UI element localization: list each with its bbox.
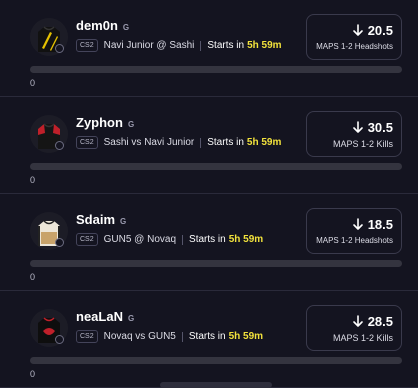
line-button[interactable]: 28.5 MAPS 1-2 Kills <box>306 305 402 351</box>
player-name: Zyphon <box>76 115 123 130</box>
matchup: Novaq vs GUN5 <box>103 331 176 342</box>
line-button[interactable]: 20.5 MAPS 1-2 Headshots <box>306 14 402 60</box>
starts-label: Starts in <box>207 137 244 148</box>
starts-time: 5h 59m <box>228 331 264 342</box>
scroll-handle[interactable] <box>160 382 272 388</box>
matchup: Sashi vs Navi Junior <box>103 137 195 148</box>
player-name: neaLaN <box>76 309 123 324</box>
arrow-down-icon <box>352 121 363 133</box>
progress-bar <box>30 163 402 170</box>
projection-card[interactable]: Sdaim G CS2 GUN5 @ Novaq Starts in 5h 59… <box>0 194 418 291</box>
league-badge: CS2 <box>76 136 98 149</box>
player-position: G <box>127 314 135 323</box>
league-badge: CS2 <box>76 233 98 246</box>
starts-time: 5h 59m <box>246 137 282 148</box>
avatar-badge <box>55 335 64 344</box>
avatar-badge <box>55 238 64 247</box>
line-value: 18.5 <box>367 217 393 232</box>
arrow-down-icon <box>352 24 363 36</box>
line-value: 30.5 <box>367 120 393 135</box>
projection-card[interactable]: Zyphon G CS2 Sashi vs Navi Junior Starts… <box>0 97 418 194</box>
player-position: G <box>127 120 135 129</box>
matchup: GUN5 @ Novaq <box>103 234 177 245</box>
line-button[interactable]: 30.5 MAPS 1-2 Kills <box>306 111 402 157</box>
progress-count: 0 <box>30 369 36 379</box>
projection-list: dem0n G CS2 Navi Junior @ Sashi Starts i… <box>0 0 418 388</box>
arrow-down-icon <box>352 218 363 230</box>
player-name: Sdaim <box>76 212 116 227</box>
player-position: G <box>122 23 130 32</box>
avatar-badge <box>55 44 64 53</box>
starts-time: 5h 59m <box>228 234 264 245</box>
stat-label: MAPS 1-2 Kills <box>332 139 393 149</box>
line-value: 20.5 <box>367 23 393 38</box>
player-position: G <box>120 217 127 226</box>
arrow-down-icon <box>352 315 363 327</box>
matchup: Navi Junior @ Sashi <box>103 40 195 51</box>
stat-label: MAPS 1-2 Kills <box>332 333 393 343</box>
progress-count: 0 <box>30 272 36 282</box>
divider <box>181 331 183 342</box>
starts-label: Starts in <box>189 234 226 245</box>
progress-bar <box>30 357 402 364</box>
line-button[interactable]: 18.5 MAPS 1-2 Headshots <box>306 208 402 254</box>
divider <box>182 234 184 245</box>
stat-label: MAPS 1-2 Headshots <box>316 236 393 245</box>
progress-count: 0 <box>30 78 36 88</box>
divider <box>200 40 202 51</box>
line-value: 28.5 <box>367 314 393 329</box>
progress-bar <box>30 260 402 267</box>
progress-count: 0 <box>30 175 36 185</box>
divider <box>200 137 202 148</box>
player-name: dem0n <box>76 18 118 33</box>
avatar-badge <box>55 141 64 150</box>
league-badge: CS2 <box>76 330 98 343</box>
stat-label: MAPS 1-2 Headshots <box>316 42 393 51</box>
league-badge: CS2 <box>76 39 98 52</box>
starts-label: Starts in <box>188 331 226 342</box>
progress-bar <box>30 66 402 73</box>
starts-label: Starts in <box>207 40 245 51</box>
starts-time: 5h 59m <box>247 40 282 51</box>
projection-card[interactable]: neaLaN G CS2 Novaq vs GUN5 Starts in 5h … <box>0 291 418 388</box>
projection-card[interactable]: dem0n G CS2 Navi Junior @ Sashi Starts i… <box>0 0 418 97</box>
